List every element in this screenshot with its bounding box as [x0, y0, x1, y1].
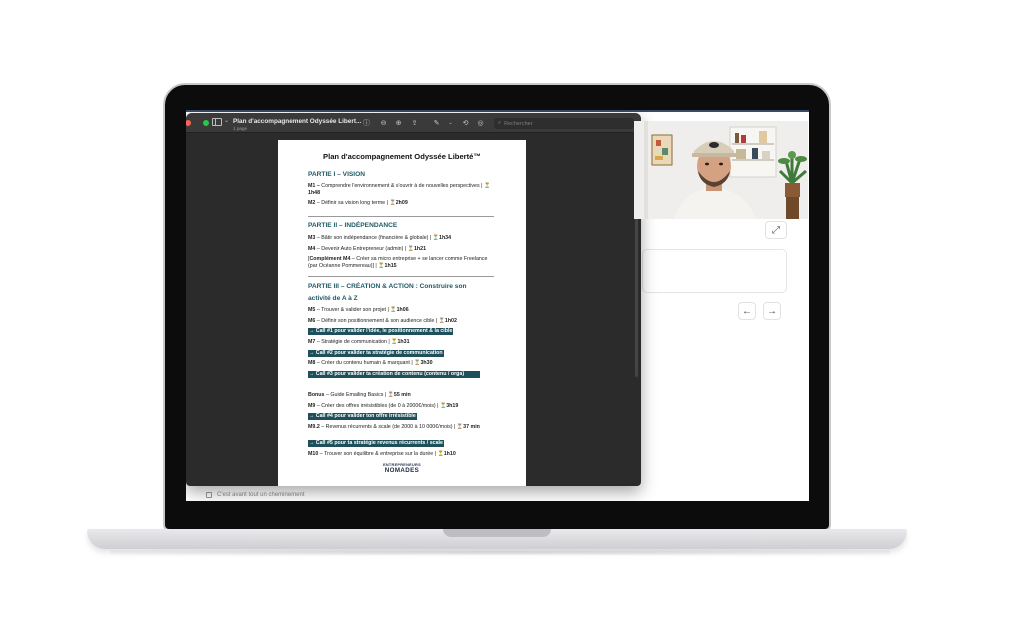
footer-note-text: C'est avant tout un cheminement	[217, 492, 305, 498]
module-m9: M9 – Créer des offres irrésistibles (de …	[308, 403, 459, 409]
call-4-highlight: → Call #4 pour valider ton offre irrésis…	[308, 413, 417, 420]
background-top-bar	[186, 110, 809, 112]
call-2-highlight: → Call #2 pour valider ta stratégie de c…	[308, 350, 444, 357]
next-button[interactable]: →	[763, 302, 781, 320]
part-3-heading-line-2: activité de A à Z	[308, 295, 358, 302]
expand-button[interactable]: ⤢	[765, 221, 787, 239]
laptop-shadow	[110, 549, 890, 555]
preview-toolbar: ⌄ Plan d'accompagnement Odyssée Libert..…	[186, 113, 641, 133]
entrepreneurs-nomades-logo: ENTREPRENEURS NOMADES	[383, 463, 421, 474]
chevron-down-icon[interactable]: ⌄	[224, 117, 229, 124]
sidebar-toggle-icon[interactable]	[212, 118, 222, 126]
module-m9-2: M9.2 – Revenus récurrents & scale (de 20…	[308, 424, 480, 430]
module-m4: M4 – Devenir Auto Entrepreneur (admin) |…	[308, 246, 427, 252]
separator	[308, 216, 494, 217]
zoom-in-icon[interactable]: ⊕	[394, 119, 403, 128]
info-icon[interactable]: ⓘ	[362, 119, 371, 128]
preview-window: ⌄ Plan d'accompagnement Odyssée Libert..…	[186, 113, 641, 486]
previous-button[interactable]: ←	[738, 302, 756, 320]
annotate-icon[interactable]: ◎	[476, 119, 485, 128]
footer-note: C'est avant tout un cheminement	[206, 492, 305, 498]
module-m4-complement: [Complément M4 – Créer sa micro entrepri…	[308, 256, 488, 269]
arrow-right-icon: →	[767, 305, 777, 317]
module-m10: M10 – Trouver son équilibre & entreprise…	[308, 451, 456, 457]
module-bonus: Bonus – Guide Emailing Basics | ⏳55 min	[308, 392, 411, 398]
module-m1: M1 – Comprendre l'environnement & s'ouvr…	[308, 183, 491, 196]
module-m8: M8 – Créer du contenu humain & marquant …	[308, 360, 433, 366]
webcam-person-image	[634, 121, 808, 219]
zoom-out-icon[interactable]: ⊖	[379, 119, 388, 128]
module-m6: M6 – Définir son positionnement & son au…	[308, 318, 457, 324]
call-1-highlight: → Call #1 pour valider l'idée, le positi…	[308, 328, 454, 335]
part-2-heading: PARTIE II – INDÉPENDANCE	[308, 222, 398, 229]
part-3-heading-line-1: PARTIE III – CRÉATION & ACTION : Constru…	[308, 283, 467, 290]
share-icon[interactable]: ⇪	[410, 119, 419, 128]
module-m7: M7 – Stratégie de communication | ⏳1h31	[308, 339, 410, 345]
search-field[interactable]: ⌕ Rechercher	[494, 118, 634, 129]
arrow-left-icon: ←	[742, 305, 752, 317]
call-5-highlight: → Call #5 pour ta stratégie revenus récu…	[308, 440, 444, 447]
hourglass-icon: ⏳	[483, 183, 491, 189]
search-placeholder: Rechercher	[504, 120, 533, 127]
module-m5: M5 – Trouver & valider son projet | ⏳1h0…	[308, 307, 409, 313]
pdf-title: Plan d'accompagnement Odyssée Liberté™	[323, 152, 481, 161]
checkbox-icon[interactable]	[206, 492, 212, 498]
markup-pen-icon[interactable]: ✎	[432, 119, 441, 128]
expand-icon: ⤢	[772, 224, 780, 236]
pdf-page: Plan d'accompagnement Odyssée Liberté™ P…	[278, 140, 526, 486]
part-1-heading: PARTIE I – VISION	[308, 171, 366, 178]
separator	[308, 276, 494, 277]
markup-chevron-icon[interactable]: ⌄	[446, 119, 455, 128]
laptop-notch	[443, 529, 551, 537]
webcam-overlay	[634, 121, 808, 219]
comment-box[interactable]	[642, 249, 787, 293]
document-title: Plan d'accompagnement Odyssée Libert...	[233, 118, 362, 125]
module-m3: M3 – Bâtir son indépendance (financière …	[308, 235, 452, 241]
module-m2: M2 – Définir sa vision long terme | ⏳2h0…	[308, 200, 408, 206]
search-icon: ⌕	[498, 120, 502, 126]
call-3-highlight: → Call #3 pour valider ta création de co…	[308, 371, 480, 378]
window-close-button[interactable]	[186, 120, 191, 126]
window-maximize-button[interactable]	[203, 120, 209, 126]
rotate-icon[interactable]: ⟲	[461, 119, 470, 128]
document-page-count: 1 page	[233, 126, 248, 131]
